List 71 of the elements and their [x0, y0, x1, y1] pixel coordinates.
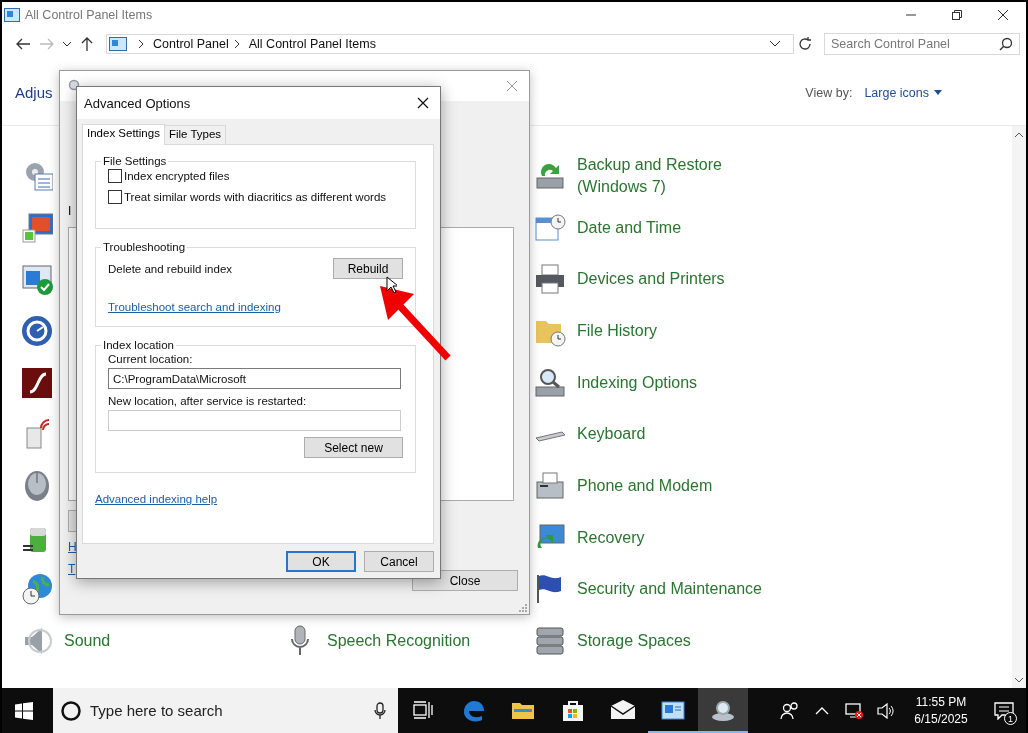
clock[interactable]: 11:55 PM 6/15/2025 — [902, 688, 980, 733]
scroll-down-icon — [1015, 676, 1023, 684]
control-panel-icon — [4, 8, 20, 22]
description-text: Delete and rebuild index — [108, 262, 234, 275]
search-placeholder: Search Control Panel — [831, 37, 951, 51]
monitor-check-icon — [20, 262, 54, 297]
group-title: File Settings — [102, 155, 168, 167]
scroll-up-icon — [1015, 130, 1023, 138]
item-link[interactable]: Indexing Options — [577, 371, 767, 394]
new-location-field[interactable] — [108, 410, 401, 431]
group-title: Index location — [102, 339, 175, 351]
item-link[interactable]: Phone and Modem — [577, 474, 767, 497]
breadcrumb[interactable]: Control Panel — [153, 37, 229, 51]
tab[interactable]: Index Settings — [82, 124, 165, 145]
troubleshoot-link[interactable]: Troubleshoot search and indexing — [108, 301, 281, 313]
breadcrumb[interactable]: All Control Panel Items — [248, 37, 376, 51]
printer-icon[interactable] — [533, 262, 567, 297]
clock-date: 6/15/2025 — [914, 710, 968, 728]
help-link[interactable]: Advanced indexing help — [95, 493, 416, 505]
item-link[interactable]: Storage Spaces — [577, 630, 767, 653]
resize-grip-icon — [519, 604, 527, 612]
chevron-icon — [137, 39, 145, 49]
location-field[interactable]: C:\ProgramData\Microsoft — [108, 368, 401, 389]
search-field[interactable]: Search Control Panel — [824, 33, 1020, 55]
close-icon[interactable] — [416, 97, 430, 109]
flash-icon — [20, 365, 54, 400]
microphone-icon — [374, 701, 386, 720]
checkbox[interactable]: Treat similar words with diacritics as different words — [108, 190, 387, 204]
view-by-dropdown[interactable]: Large icons — [864, 85, 942, 100]
cortana-icon — [60, 699, 82, 722]
item-link[interactable]: Sound — [64, 630, 254, 653]
help-link[interactable]: T — [68, 562, 76, 576]
search-icon — [999, 37, 1013, 51]
globe-clock-icon — [20, 572, 54, 607]
item-link[interactable]: Speech Recognition — [327, 630, 517, 653]
item-link[interactable]: Recovery — [577, 526, 767, 549]
circle-dial-icon — [20, 313, 54, 348]
search-placeholder: Type here to search — [90, 702, 223, 719]
dialog-title: Advanced Options — [84, 95, 191, 111]
select-new-button[interactable]: Select new — [304, 437, 403, 458]
notification-badge: 1 — [1004, 712, 1017, 725]
tab[interactable]: File Types — [163, 125, 227, 144]
list-label: I — [68, 204, 72, 218]
item-link[interactable]: Date and Time — [577, 216, 767, 239]
item-link[interactable]: Keyboard — [577, 423, 767, 446]
page-heading: Adjus — [15, 84, 53, 101]
view-by-label: View by: — [805, 85, 853, 100]
address-bar[interactable]: Control Panel All Control Panel Items — [106, 34, 794, 54]
cancel-button[interactable]: Cancel — [364, 551, 434, 572]
window-title: All Control Panel Items — [25, 8, 153, 22]
chevron-icon — [232, 39, 241, 49]
mouse-cursor-icon — [386, 276, 397, 293]
group-title: Troubleshooting — [102, 241, 187, 253]
ok-button[interactable]: OK — [286, 551, 356, 572]
help-link[interactable]: H — [68, 540, 77, 554]
dropdown-icon[interactable] — [769, 39, 781, 49]
clock-time: 11:55 PM — [915, 693, 967, 711]
field-label: New location, after service is restarted: — [108, 395, 307, 407]
scrollbar[interactable] — [1012, 126, 1026, 688]
control-panel-icon — [109, 37, 127, 51]
notification-icon[interactable] — [994, 701, 1014, 720]
taskbar-search-field[interactable]: Type here to search — [53, 688, 398, 733]
caret-icon — [934, 90, 942, 95]
field-label: Current location: — [108, 353, 193, 365]
item-link[interactable]: Devices and Printers — [577, 268, 767, 291]
monitor-cube-icon — [20, 210, 54, 245]
item-link[interactable]: File History — [577, 319, 767, 342]
rebuild-button[interactable]: Rebuild — [333, 258, 403, 279]
item-link[interactable]: Backup and Restore (Windows 7) — [577, 153, 767, 198]
item-link[interactable]: Security and Maintenance — [577, 578, 767, 601]
checkbox[interactable]: Index encrypted files — [108, 169, 230, 183]
